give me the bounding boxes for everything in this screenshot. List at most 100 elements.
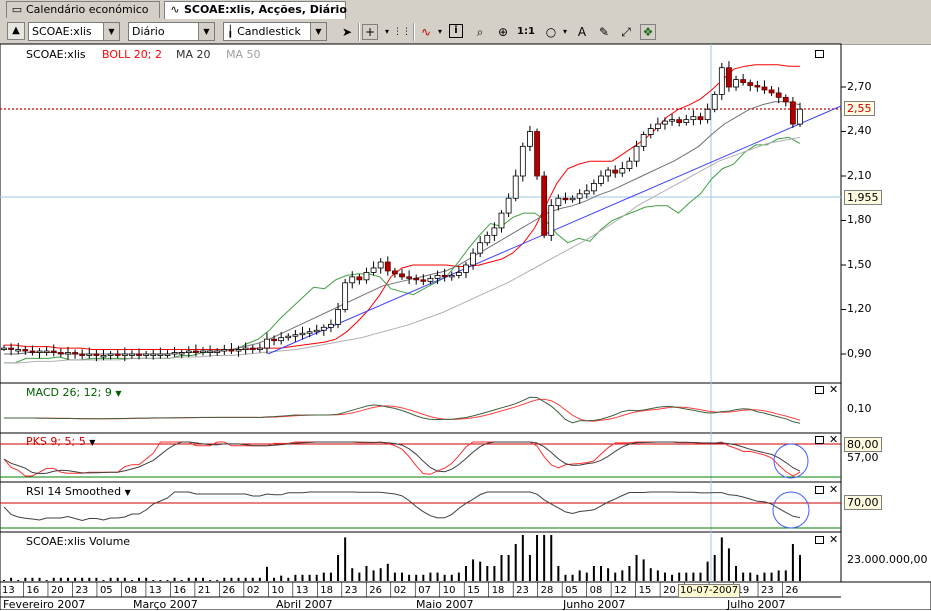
volume-bar: [17, 580, 20, 581]
volume-bar: [116, 577, 119, 581]
candle-body: [306, 331, 313, 334]
maximize-icon[interactable]: [815, 386, 824, 394]
candle-body: [242, 347, 249, 350]
chart-area[interactable]: [0, 0, 931, 610]
candle-body: [541, 175, 548, 236]
candle-body: [121, 353, 128, 356]
y-tick-label: 1,20: [847, 302, 872, 315]
volume-bar: [443, 574, 446, 581]
volume-bar: [280, 575, 283, 581]
volume-bar: [742, 572, 745, 581]
candle-body: [65, 352, 71, 355]
candle-body: [491, 227, 498, 236]
maximize-icon[interactable]: [815, 536, 824, 544]
price-legend-boll[interactable]: BOLL 20; 2: [102, 48, 162, 61]
volume-bar: [457, 572, 460, 581]
x-day-label: 05: [99, 585, 113, 596]
price-legend-symbol: SCOAE:xlis: [26, 48, 86, 61]
x-day-label: 20: [663, 585, 676, 596]
candle-body: [527, 131, 533, 147]
candle-body: [761, 86, 768, 91]
price-legend-ma50[interactable]: MA 50: [226, 48, 261, 61]
candle-body: [370, 267, 377, 273]
candle-body: [349, 276, 356, 284]
close-icon[interactable]: ✕: [829, 534, 838, 545]
candle-body: [569, 197, 576, 201]
volume-bar: [24, 577, 27, 581]
candle-body: [605, 169, 612, 177]
volume-bar: [3, 580, 5, 581]
volume-bar: [102, 580, 105, 581]
x-day-label: 28: [540, 585, 554, 596]
candle-body: [72, 352, 78, 355]
x-day-label: 26: [369, 585, 382, 596]
rsi-legend[interactable]: RSI 14 Smoothed ▼: [26, 485, 131, 498]
x-day-label: 08: [589, 585, 603, 596]
volume-y-tick: 23.000.000,00: [847, 553, 928, 566]
x-day-label: 23: [344, 585, 358, 596]
candle-body: [335, 309, 341, 325]
volume-bar: [592, 566, 595, 581]
x-day-label: 10: [442, 585, 456, 596]
volume-bar: [216, 580, 219, 581]
volume-bar: [379, 568, 382, 581]
volume-bar: [472, 559, 475, 581]
volume-bar: [202, 577, 204, 581]
close-icon[interactable]: ✕: [829, 484, 838, 495]
candle-body: [711, 94, 718, 110]
volume-bar: [386, 563, 389, 581]
price-legend-ma20[interactable]: MA 20: [176, 48, 211, 61]
macd-y-tick: 0,10: [847, 402, 872, 415]
candle-body: [278, 337, 285, 342]
y-tick-label: 1,80: [847, 213, 872, 226]
candle-body: [406, 276, 413, 279]
x-day-label: 26: [785, 585, 799, 596]
volume-bar: [351, 568, 354, 581]
y-tick-label: 2,40: [847, 124, 872, 137]
maximize-icon[interactable]: [815, 486, 824, 494]
candle-body: [505, 197, 512, 214]
volume-bar: [10, 577, 13, 581]
volume-bar: [237, 577, 240, 581]
volume-bar: [244, 577, 247, 581]
candle-body: [328, 323, 334, 328]
volume-bar: [45, 580, 48, 581]
candle-body: [626, 160, 633, 169]
candle-body: [455, 272, 462, 276]
volume-bar: [777, 570, 780, 581]
volume-bar: [287, 577, 290, 581]
candle-body: [150, 353, 157, 356]
candle-body: [256, 347, 263, 350]
candle-body: [434, 274, 441, 279]
candle-body: [313, 329, 320, 333]
y-tick-label: 0,90: [847, 347, 872, 360]
month-label: Fevereiro 2007: [3, 598, 86, 611]
candle-body: [15, 349, 22, 352]
candle-body: [697, 116, 704, 121]
volume-bar: [138, 577, 141, 581]
volume-bar: [521, 535, 524, 581]
candle-body: [363, 272, 370, 281]
candle-body: [747, 82, 754, 86]
candle-body: [50, 350, 57, 353]
maximize-icon[interactable]: [815, 436, 824, 444]
volume-bar: [791, 544, 794, 581]
candle-body: [320, 326, 327, 331]
close-icon[interactable]: ✕: [829, 434, 838, 445]
macd-legend[interactable]: MACD 26; 12; 9 ▼: [26, 386, 122, 399]
volume-bar: [273, 577, 276, 581]
volume-bar: [692, 572, 695, 581]
pks-legend[interactable]: PKS 9; 5; 5 ▼: [26, 435, 95, 448]
candle-body: [647, 128, 654, 135]
volume-bar: [415, 574, 418, 581]
candle-body: [669, 119, 675, 122]
volume-bar: [678, 572, 681, 581]
volume-bar: [621, 570, 624, 581]
close-icon[interactable]: ✕: [829, 384, 838, 395]
x-day-label: 26: [222, 585, 236, 596]
x-day-label: 07: [418, 585, 431, 596]
volume-bar: [31, 577, 34, 581]
x-day-label: 23: [516, 585, 529, 596]
volume-bar: [500, 555, 503, 581]
maximize-icon[interactable]: [815, 50, 824, 58]
